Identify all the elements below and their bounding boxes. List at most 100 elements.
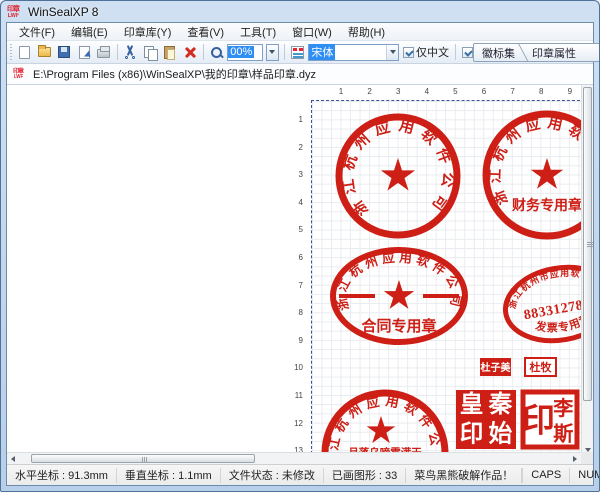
new-file-button[interactable]	[16, 43, 34, 61]
seal-lisi-square[interactable]: 印李斯	[522, 392, 577, 447]
horizontal-scrollbar[interactable]	[7, 452, 581, 464]
triangle-right-icon	[573, 456, 577, 462]
zoom-combobox[interactable]: 00%	[227, 44, 263, 61]
svg-text:合同专用章: 合同专用章	[360, 317, 436, 335]
horizontal-scrollbar-thumb[interactable]	[31, 454, 255, 463]
seal-canvas[interactable]: 12345678912345678910111213 浙江杭州应用软件公司浙江杭…	[7, 85, 593, 464]
tab-logo-collection[interactable]: 徽标集	[474, 45, 523, 61]
tab-seal-properties[interactable]: 印章属性	[524, 45, 584, 61]
delete-button[interactable]	[181, 43, 199, 61]
checkbox-0[interactable]: 仅中文	[403, 44, 449, 60]
document-icon: 印章 LWF	[13, 67, 27, 81]
chevron-down-icon	[269, 50, 275, 54]
window-title: WinSealXP 8	[28, 5, 98, 19]
seal-company-round[interactable]: 浙江杭州应用软件公司	[338, 116, 457, 235]
document-path: E:\Program Files (x86)\WinSealXP\我的印章\样品…	[33, 66, 316, 82]
save-icon	[58, 46, 70, 58]
menu-item-2[interactable]: 印章库(Y)	[116, 23, 180, 41]
checkbox-checked-icon	[403, 47, 414, 58]
menu-item-5[interactable]: 窗口(W)	[284, 23, 340, 41]
status-key-cell-0: CAPS	[522, 468, 569, 483]
status-cell-3: 已画图形 : 33	[324, 468, 406, 483]
font-dropdown-button[interactable]	[386, 45, 398, 60]
cut-button[interactable]	[122, 43, 140, 61]
app-window: 印章 LWF WinSealXP 8 文件(F)编辑(E)印章库(Y)查看(V)…	[0, 0, 600, 492]
checkbox-checked-icon	[462, 47, 473, 58]
export-button[interactable]	[75, 43, 93, 61]
menu-bar: 文件(F)编辑(E)印章库(Y)查看(V)工具(T)窗口(W)帮助(H)	[7, 23, 593, 41]
svg-text:印: 印	[460, 420, 484, 447]
svg-text:浙江杭州应用软件公司: 浙江杭州应用软件公司	[486, 113, 593, 208]
document-title-bar[interactable]: 印章 LWF E:\Program Files (x86)\WinSealXP\…	[7, 64, 593, 85]
svg-text:印: 印	[522, 403, 555, 439]
seal-du-mu-rect[interactable]: 杜牧	[525, 358, 556, 376]
menu-item-4[interactable]: 工具(T)	[232, 23, 284, 41]
font-combobox[interactable]: 宋体	[308, 44, 399, 61]
svg-text:李: 李	[552, 396, 574, 420]
cut-icon	[123, 45, 137, 59]
print-icon	[97, 49, 110, 58]
font-value: 宋体	[309, 44, 335, 60]
checkbox-label: 仅中文	[416, 44, 449, 60]
svg-text:始: 始	[489, 420, 513, 447]
seal-poem-round[interactable]: 浙江杭州应用软件公司月落乌啼霜满天	[7, 85, 445, 464]
paste-icon	[164, 46, 175, 59]
seal-du-zimei-rect[interactable]: 杜子美	[480, 358, 511, 376]
character-map-button[interactable]	[289, 43, 307, 61]
seal-invoice-oval[interactable]: 浙江杭州市应用软件公司8833127898发票专用章	[500, 259, 593, 349]
new-file-icon	[19, 46, 30, 59]
scrollbar-grip	[587, 244, 593, 245]
status-cell-1: 垂直坐标 : 1.1mm	[117, 468, 221, 483]
zoom-value: 00%	[228, 46, 254, 58]
svg-text:杜牧: 杜牧	[530, 360, 553, 374]
window-content: 文件(F)编辑(E)印章库(Y)查看(V)工具(T)窗口(W)帮助(H) 00%…	[6, 22, 594, 486]
app-icon-subtext: LWF	[8, 13, 22, 19]
open-file-button[interactable]	[36, 43, 54, 61]
open-folder-icon	[38, 47, 51, 57]
svg-text:财务专用章: 财务专用章	[511, 197, 582, 214]
vertical-scrollbar-thumb[interactable]	[583, 87, 592, 401]
toolbar-grip[interactable]	[10, 44, 12, 60]
save-button[interactable]	[55, 43, 73, 61]
character-map-icon	[291, 46, 304, 59]
export-icon	[79, 46, 90, 59]
toolbar-separator	[284, 44, 285, 60]
app-icon-text: 印章	[7, 6, 23, 13]
print-button[interactable]	[95, 43, 113, 61]
toolbar-separator	[455, 44, 456, 60]
side-panel-tabs: 徽标集 印章属性	[473, 43, 600, 62]
svg-text:皇: 皇	[460, 391, 484, 418]
seal-qinshihuang-square[interactable]: 皇秦印始	[456, 390, 516, 449]
scroll-left-button[interactable]	[7, 453, 19, 464]
svg-text:杜子美: 杜子美	[481, 361, 512, 374]
scrollbar-corner	[581, 452, 593, 464]
triangle-left-icon	[11, 456, 15, 462]
seals-layer: 浙江杭州应用软件公司浙江杭州应用软件公司财务专用章浙江杭州应用软件公司合同专用章…	[7, 85, 593, 464]
zoom-button[interactable]	[208, 43, 226, 61]
status-key-cell-1: NUM: O	[569, 468, 600, 483]
document-icon-subtext: LWF	[14, 75, 27, 80]
vertical-scrollbar[interactable]	[581, 85, 593, 456]
toolbar-separator	[117, 44, 118, 60]
menu-item-0[interactable]: 文件(F)	[11, 23, 63, 41]
menu-item-6[interactable]: 帮助(H)	[340, 23, 393, 41]
menu-item-3[interactable]: 查看(V)	[179, 23, 232, 41]
seal-finance-round[interactable]: 浙江杭州应用软件公司财务专用章	[486, 113, 593, 236]
title-bar[interactable]: 印章 LWF WinSealXP 8	[1, 1, 599, 21]
magnifier-icon	[210, 46, 223, 59]
toolbar-separator	[203, 44, 204, 60]
paste-button[interactable]	[161, 43, 179, 61]
scroll-right-button[interactable]	[569, 453, 581, 464]
zoom-dropdown-button[interactable]	[266, 44, 279, 61]
seal-contract-oval[interactable]: 浙江杭州应用软件公司合同专用章	[333, 250, 465, 342]
status-cell-2: 文件状态 : 未修改	[221, 468, 324, 483]
svg-text:秦: 秦	[488, 391, 513, 418]
svg-text:斯: 斯	[553, 422, 573, 446]
svg-text:浙江杭州应用软件公司: 浙江杭州应用软件公司	[333, 250, 464, 313]
menu-item-1[interactable]: 编辑(E)	[63, 23, 116, 41]
toolbar: 00% 宋体 仅中文阳章五星有图符 徽标集 印章属性	[7, 41, 593, 64]
copy-button[interactable]	[141, 43, 159, 61]
app-icon: 印章 LWF	[7, 4, 23, 20]
copy-icon	[144, 46, 157, 59]
delete-icon	[184, 46, 196, 58]
